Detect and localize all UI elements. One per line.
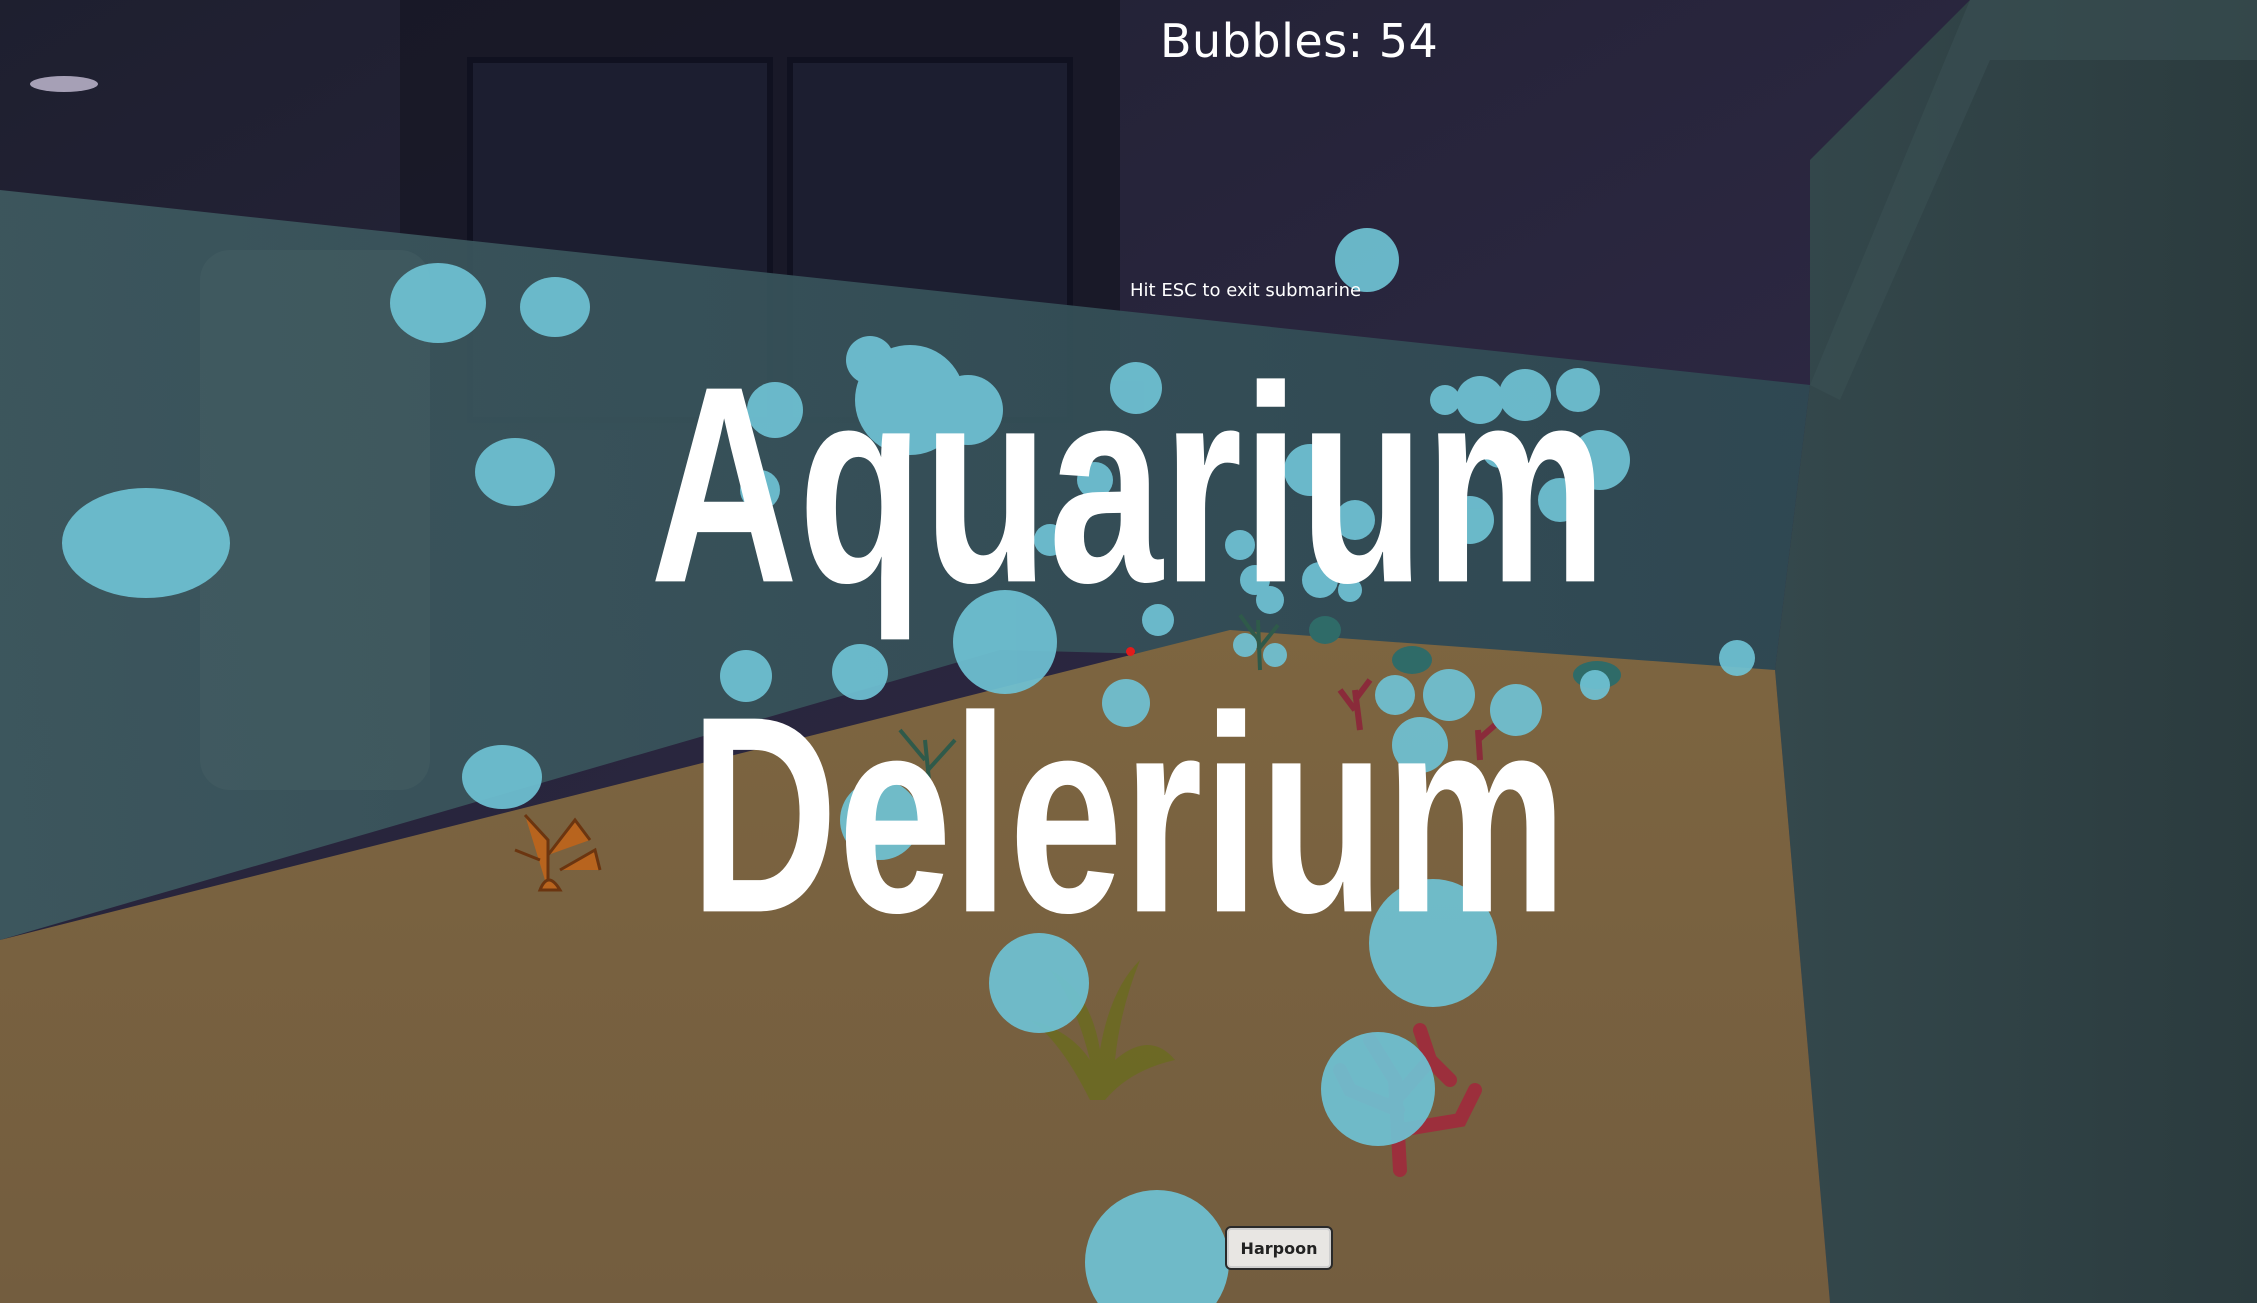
ceiling-light (30, 76, 98, 92)
bubble (1321, 1032, 1435, 1146)
bubble (390, 263, 486, 343)
bubble-counter: Bubbles: 54 (1160, 14, 1439, 68)
harpoon-button[interactable]: Harpoon (1225, 1226, 1333, 1270)
game-title-line2: Delerium (689, 658, 1568, 971)
game-title-line1: Aquarium (650, 328, 1607, 641)
bubble (1719, 640, 1755, 676)
exit-hint: Hit ESC to exit submarine (1130, 280, 1362, 301)
bubble (520, 277, 590, 337)
crosshair-dot (1126, 647, 1135, 656)
tank-glass-right (1775, 0, 2257, 1303)
